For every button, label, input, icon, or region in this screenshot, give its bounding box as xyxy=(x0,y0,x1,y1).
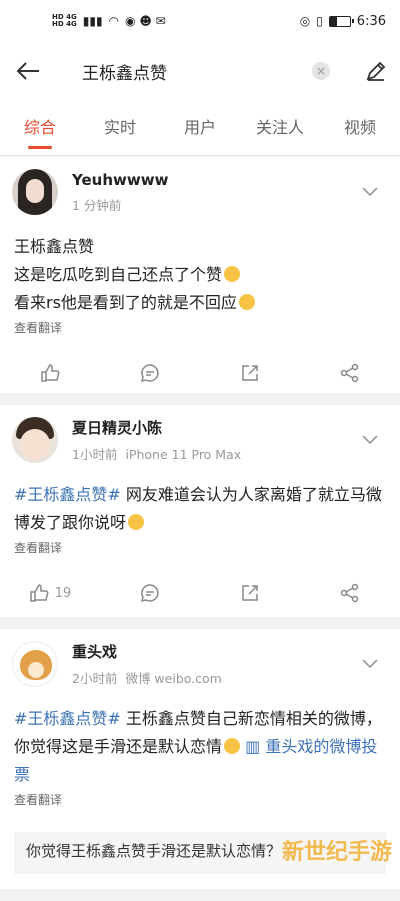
share-button[interactable] xyxy=(300,583,400,603)
arrow-left-icon xyxy=(15,61,41,81)
signal-tags: HD 4G HD 4G xyxy=(52,14,77,28)
battery-icon xyxy=(329,16,351,27)
feed: Yeuhwwww 1 分钟前 王栎鑫点赞 这是吃瓜吃到自己还点了个赞 看来rs他… xyxy=(0,157,400,901)
username[interactable]: 重头戏 xyxy=(72,641,230,662)
action-bar xyxy=(0,346,400,400)
emoji-icon xyxy=(128,514,144,530)
thumbs-up-icon xyxy=(29,583,49,603)
post-source: 微博 weibo.com xyxy=(125,671,221,686)
share-button[interactable] xyxy=(300,363,400,383)
status-bar: HD 4G HD 4G ▮▮▮ ◠ ◉ ☻ ✉ ◎ ▯ 6:36 xyxy=(0,0,400,42)
comment-icon xyxy=(140,363,160,383)
eye-icon: ◎ xyxy=(300,14,310,28)
repost-button[interactable] xyxy=(200,583,300,603)
chevron-down-icon[interactable] xyxy=(362,187,378,197)
like-button[interactable]: 19 xyxy=(0,583,100,603)
comment-icon xyxy=(140,583,160,603)
emoji-icon xyxy=(239,294,255,310)
search-bar: 王栎鑫点赞 × xyxy=(0,42,400,100)
username[interactable]: 夏日精灵小陈 xyxy=(72,417,249,438)
post-text: #王栎鑫点赞# 王栎鑫点赞自己新恋情相关的微博，你觉得这是手滑还是默认恋情 ▥ … xyxy=(0,699,400,789)
post-text: 王栎鑫点赞 这是吃瓜吃到自己还点了个赞 看来rs他是看到了的就是不回应 xyxy=(0,227,400,317)
translate-link[interactable]: 查看翻译 xyxy=(0,789,400,818)
username[interactable]: Yeuhwwww xyxy=(72,171,168,189)
post-time: 2小时前 xyxy=(72,671,117,686)
hashtag-link[interactable]: #王栎鑫点赞# xyxy=(14,485,121,504)
poll-icon: ▥ xyxy=(245,737,265,756)
post-card: 夏日精灵小陈 1小时前 iPhone 11 Pro Max #王栎鑫点赞# 网友难… xyxy=(0,405,400,617)
notification-icons: ◉ ☻ ✉ xyxy=(125,14,166,28)
comment-button[interactable] xyxy=(100,583,200,603)
avatar[interactable] xyxy=(12,417,58,463)
signal-icon: ▮▮▮ xyxy=(83,14,103,28)
tab-users[interactable]: 用户 xyxy=(160,100,240,155)
vibrate-icon: ▯ xyxy=(316,14,323,28)
post-text: #王栎鑫点赞# 网友难道会认为人家离婚了就立马微博发了跟你说呀 xyxy=(0,475,400,537)
post-time: 1 分钟前 xyxy=(72,198,121,213)
share-out-icon xyxy=(240,363,260,383)
translate-link[interactable]: 查看翻译 xyxy=(0,317,400,346)
post-card: Yeuhwwww 1 分钟前 王栎鑫点赞 这是吃瓜吃到自己还点了个赞 看来rs他… xyxy=(0,157,400,393)
pencil-icon xyxy=(365,60,387,82)
post-time: 1小时前 xyxy=(72,447,117,462)
back-button[interactable] xyxy=(0,42,56,100)
clear-icon[interactable]: × xyxy=(312,62,330,80)
tab-realtime[interactable]: 实时 xyxy=(80,100,160,155)
action-bar: 19 xyxy=(0,566,400,620)
wifi-icon: ◠ xyxy=(109,14,119,28)
avatar[interactable] xyxy=(12,641,58,687)
comment-button[interactable] xyxy=(100,363,200,383)
tab-bar: 综合 实时 用户 关注人 视频 xyxy=(0,100,400,156)
repost-button[interactable] xyxy=(200,363,300,383)
share-out-icon xyxy=(240,583,260,603)
post-source: iPhone 11 Pro Max xyxy=(125,447,241,462)
share-nodes-icon xyxy=(340,363,360,383)
search-input[interactable]: 王栎鑫点赞 xyxy=(56,59,312,84)
like-button[interactable] xyxy=(0,363,100,383)
chevron-down-icon[interactable] xyxy=(362,435,378,445)
thumbs-up-icon xyxy=(40,363,60,383)
translate-link[interactable]: 查看翻译 xyxy=(0,537,400,566)
watermark: 新世纪手游 xyxy=(282,834,392,866)
avatar[interactable] xyxy=(12,169,58,215)
share-nodes-icon xyxy=(340,583,360,603)
emoji-icon xyxy=(224,266,240,282)
like-count: 19 xyxy=(55,586,72,601)
clock: 6:36 xyxy=(357,14,386,29)
compose-button[interactable] xyxy=(352,42,400,100)
tab-following[interactable]: 关注人 xyxy=(240,100,320,155)
hashtag-link[interactable]: #王栎鑫点赞# xyxy=(14,709,121,728)
tab-video[interactable]: 视频 xyxy=(320,100,400,155)
emoji-icon xyxy=(224,738,240,754)
chevron-down-icon[interactable] xyxy=(362,659,378,669)
tab-all[interactable]: 综合 xyxy=(0,100,80,155)
